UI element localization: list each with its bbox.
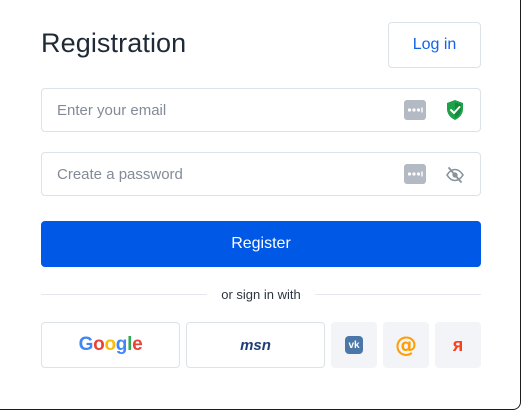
- registration-card: Registration Log in Enter your email Reg…: [0, 0, 521, 410]
- divider-label: or sign in with: [221, 287, 301, 302]
- password-field: [41, 152, 481, 196]
- page-title: Registration: [41, 28, 187, 58]
- msn-logo-icon: msn: [240, 336, 271, 354]
- msn-signin-button[interactable]: msn: [186, 322, 325, 368]
- yandex-logo-icon: я: [452, 334, 464, 355]
- eye-slash-icon[interactable]: [445, 166, 465, 184]
- vk-logo-icon: vk: [345, 336, 363, 354]
- google-signin-button[interactable]: Google: [41, 322, 180, 368]
- password-manager-icon[interactable]: [404, 100, 426, 120]
- password-input[interactable]: [57, 153, 387, 195]
- mailru-logo-icon: @: [395, 332, 417, 358]
- register-button[interactable]: Register: [41, 221, 481, 267]
- mailru-signin-button[interactable]: @: [383, 322, 429, 368]
- email-field: [41, 88, 481, 132]
- divider-line: [41, 294, 207, 295]
- yandex-signin-button[interactable]: я: [435, 322, 481, 368]
- shield-check-icon: [445, 99, 465, 121]
- email-input[interactable]: [57, 89, 387, 131]
- password-manager-icon[interactable]: [404, 164, 426, 184]
- login-button[interactable]: Log in: [388, 22, 481, 68]
- vk-signin-button[interactable]: vk: [331, 322, 377, 368]
- google-logo-icon: Google: [78, 334, 143, 355]
- divider-line: [315, 294, 481, 295]
